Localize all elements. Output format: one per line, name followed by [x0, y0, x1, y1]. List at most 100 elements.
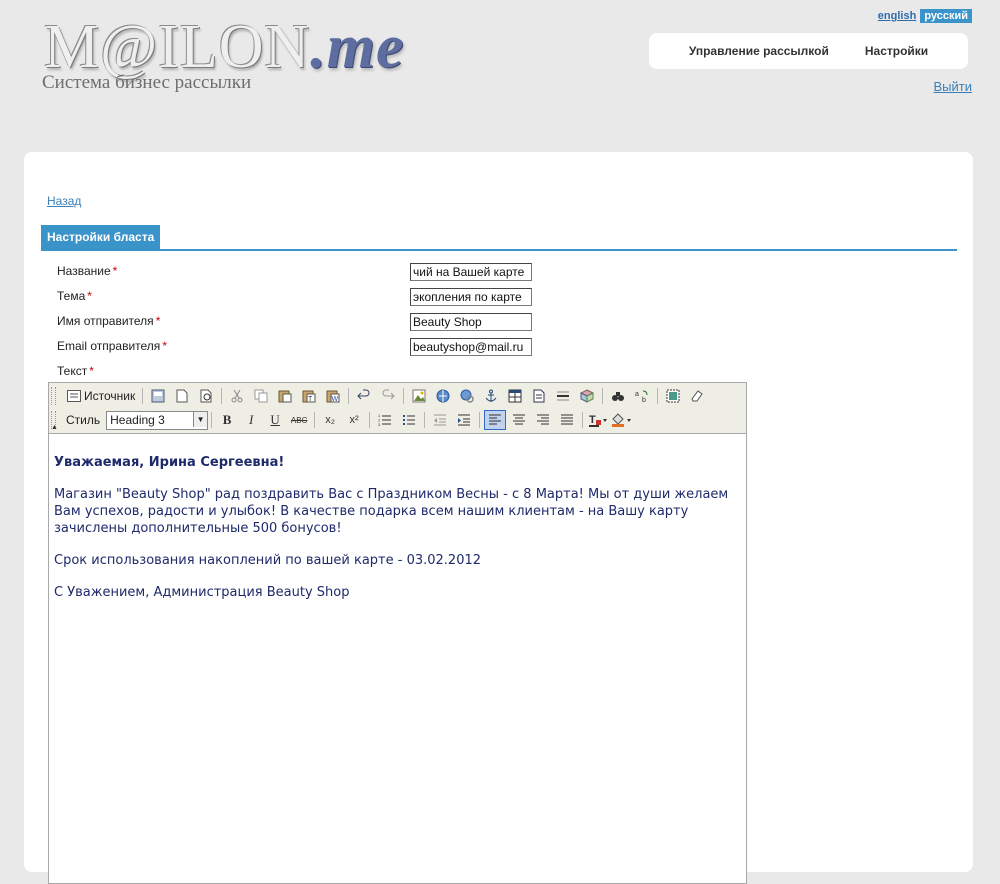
tagline: Система бизнес рассылки — [42, 72, 252, 93]
indent-icon[interactable] — [453, 410, 475, 430]
name-label: Название * — [57, 264, 118, 278]
table-icon[interactable] — [504, 386, 526, 406]
page-properties-icon[interactable] — [528, 386, 550, 406]
required-mark: * — [87, 289, 92, 303]
editor-content-area[interactable]: Уважаемая, Ирина Сергеевна! Магазин "Bea… — [49, 434, 746, 636]
collapse-toolbar-icon[interactable]: ▲ — [51, 424, 58, 431]
logo-suffix: .me — [310, 13, 405, 81]
editor-toolbar: ▲ Источник T W a b Стиль Heading 3 ▼ B I… — [49, 383, 746, 434]
svg-text:3: 3 — [378, 422, 381, 427]
preview-icon[interactable] — [195, 386, 217, 406]
toolbar-separator — [657, 388, 659, 404]
style-select[interactable]: Heading 3 ▼ — [106, 410, 209, 430]
paste-text-icon[interactable]: T — [298, 386, 320, 406]
bulleted-list-icon[interactable] — [398, 410, 420, 430]
subject-label: Тема * — [57, 289, 92, 303]
editor-paragraph: Магазин "Beauty Shop" рад поздравить Вас… — [54, 487, 729, 536]
svg-text:T: T — [589, 414, 596, 426]
cut-icon[interactable] — [226, 386, 248, 406]
lang-russian-link[interactable]: русский — [920, 9, 972, 23]
toolbar-separator — [479, 412, 481, 428]
toolbar-separator — [403, 388, 405, 404]
underline-button[interactable]: U — [264, 410, 286, 430]
section-tab: Настройки бласта — [41, 225, 161, 250]
sender-email-label: Email отправителя * — [57, 339, 167, 353]
sender-name-label: Имя отправителя * — [57, 314, 161, 328]
paste-icon[interactable] — [274, 386, 296, 406]
toolbar-separator — [142, 388, 144, 404]
required-mark: * — [155, 314, 161, 328]
chevron-down-icon: ▼ — [193, 411, 208, 427]
sender-name-field[interactable] — [410, 313, 532, 331]
new-page-icon[interactable] — [171, 386, 193, 406]
align-left-button[interactable] — [484, 410, 507, 430]
svg-text:W: W — [332, 396, 339, 403]
toolbar-separator — [314, 412, 316, 428]
toolbar-separator — [369, 412, 371, 428]
content-panel: Назад Настройки бласта Название* Тема* И… — [24, 152, 973, 884]
top-navigation: Управление рассылкой Настройки — [649, 33, 968, 69]
superscript-button[interactable]: x² — [343, 410, 365, 430]
language-switcher: english русский — [874, 9, 972, 23]
name-field[interactable] — [410, 263, 532, 281]
editor-paragraph: Срок использования накоплений по вашей к… — [54, 553, 482, 568]
rich-text-editor: ▲ Источник T W a b Стиль Heading 3 ▼ B I… — [48, 382, 747, 884]
back-link[interactable]: Назад — [47, 194, 81, 208]
toolbar-row-1: Источник T W a b — [63, 385, 709, 407]
redo-icon[interactable] — [377, 386, 399, 406]
image-icon[interactable] — [408, 386, 430, 406]
undo-icon[interactable] — [353, 386, 375, 406]
italic-button[interactable]: I — [240, 410, 262, 430]
source-button[interactable]: Источник — [64, 386, 138, 406]
save-icon[interactable] — [147, 386, 169, 406]
paste-word-icon[interactable]: W — [322, 386, 344, 406]
toolbar-grip — [51, 387, 56, 405]
subject-field[interactable] — [410, 288, 532, 306]
remove-format-icon[interactable] — [686, 386, 708, 406]
numbered-list-icon[interactable]: 123 — [374, 410, 396, 430]
text-color-button[interactable]: T — [587, 410, 609, 430]
link-icon[interactable] — [456, 386, 478, 406]
select-all-icon[interactable] — [662, 386, 684, 406]
bold-button[interactable]: B — [216, 410, 238, 430]
toolbar-row-2: Стиль Heading 3 ▼ B I U ABC x₂ x² 123 T — [63, 409, 634, 431]
special-char-icon[interactable] — [576, 386, 598, 406]
align-center-button[interactable] — [508, 410, 530, 430]
style-label: Стиль — [66, 413, 101, 427]
subscript-button[interactable]: x₂ — [319, 410, 341, 430]
strikethrough-button[interactable]: ABC — [288, 410, 310, 430]
svg-text:b: b — [642, 397, 646, 403]
svg-text:a: a — [635, 391, 639, 398]
align-justify-button[interactable] — [556, 410, 578, 430]
logo-main: M@ILON — [44, 13, 311, 81]
required-mark: * — [89, 364, 94, 378]
copy-icon[interactable] — [250, 386, 272, 406]
editor-paragraph: Уважаемая, Ирина Сергеевна! — [54, 455, 285, 470]
toolbar-separator — [211, 412, 213, 428]
replace-icon[interactable]: ab — [631, 386, 653, 406]
find-icon[interactable] — [607, 386, 629, 406]
editor-paragraph: С Уважением, Администрация Beauty Shop — [54, 585, 350, 600]
required-mark: * — [162, 339, 167, 353]
toolbar-separator — [424, 412, 426, 428]
toolbar-separator — [348, 388, 350, 404]
required-mark: * — [112, 264, 118, 278]
logout-link[interactable]: Выйти — [934, 79, 973, 94]
sender-email-field[interactable] — [410, 338, 532, 356]
anchor-icon[interactable] — [480, 386, 502, 406]
lang-english-link[interactable]: english — [874, 9, 921, 23]
horizontal-rule-icon[interactable] — [552, 386, 574, 406]
outdent-icon[interactable] — [429, 410, 451, 430]
source-icon — [67, 390, 81, 402]
svg-text:T: T — [308, 396, 313, 403]
nav-item-settings[interactable]: Настройки — [865, 44, 928, 58]
style-select-value: Heading 3 — [110, 413, 165, 427]
section-divider — [41, 249, 957, 251]
toolbar-separator — [582, 412, 584, 428]
flash-icon[interactable] — [432, 386, 454, 406]
nav-item-mailing-management[interactable]: Управление рассылкой — [689, 44, 829, 58]
background-color-button[interactable] — [611, 410, 633, 430]
text-label: Текст * — [57, 364, 94, 378]
toolbar-separator — [602, 388, 604, 404]
align-right-button[interactable] — [532, 410, 554, 430]
